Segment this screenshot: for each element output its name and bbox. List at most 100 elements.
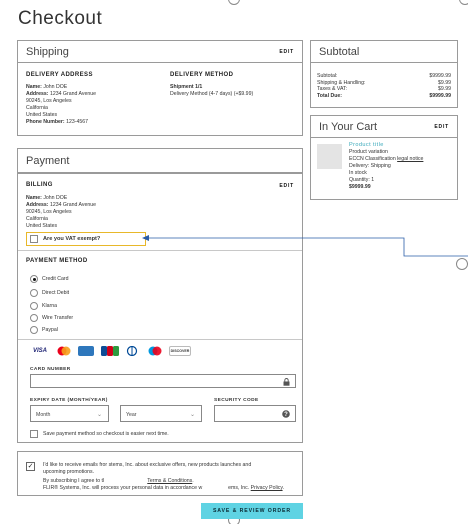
discover-logo-icon: DISCOVER xyxy=(169,346,191,356)
vat-exempt-checkbox[interactable] xyxy=(30,235,38,243)
save-payment-label: Save payment method so checkout is easie… xyxy=(43,431,169,437)
consent-line: I'd like to receive emails fror stems, I… xyxy=(43,462,252,468)
privacy-policy-link[interactable]: Privacy Policy xyxy=(251,485,283,491)
quantity: Quantity: 1 xyxy=(349,177,375,183)
radio-credit-card[interactable] xyxy=(30,275,38,283)
delivery-address: DELIVERY ADDRESS Name: John DOE Address:… xyxy=(26,72,96,126)
delivery-method: DELIVERY METHOD Shipment 1/1 Delivery Me… xyxy=(170,72,253,98)
stock-status: In stock xyxy=(349,170,367,176)
subtotal-rows: Subtotal: $9999.99 Shipping & Handling: $9… xyxy=(317,73,451,99)
mastercard-logo-icon xyxy=(54,346,74,356)
card-number-input[interactable] xyxy=(30,374,296,388)
subtotal-title: Subtotal xyxy=(319,45,360,58)
payment-header: Payment xyxy=(18,149,302,173)
address-line: 90245, Los Angeles xyxy=(26,98,72,104)
month-select-value: Month xyxy=(36,412,51,418)
maestro-logo-icon xyxy=(145,346,165,356)
shipping-card: Shipping EDIT DELIVERY ADDRESS Name: Joh… xyxy=(17,40,303,136)
consent-text: I'd like to receive emails fror stems, I… xyxy=(43,462,284,492)
cart-title: In Your Cart xyxy=(319,120,378,133)
jcb-logo-icon xyxy=(100,346,120,356)
address-line: Phone Number: 123-4567 xyxy=(26,119,89,125)
payment-title: Payment xyxy=(26,154,70,167)
taxes-row: Taxes & VAT: $9.99 xyxy=(317,86,451,93)
month-select[interactable]: Month ⌄ xyxy=(30,405,109,422)
diners-logo-icon xyxy=(124,346,140,356)
address-line: Address: 1234 Grand Avenue xyxy=(26,91,97,97)
consent-line: By subscribing I agree to tl Terms & Con… xyxy=(43,478,194,484)
year-select-value: Year xyxy=(126,412,137,418)
billing-line: United States xyxy=(26,223,58,229)
subtotal-card: Subtotal Subtotal: $9999.99 Shipping & Ha… xyxy=(310,40,458,108)
radio-paypal[interactable] xyxy=(30,326,38,334)
radio-klarna[interactable] xyxy=(30,302,38,310)
terms-link[interactable]: Terms & Conditions xyxy=(147,478,192,484)
subtotal-row: Subtotal: $9999.99 xyxy=(317,73,451,79)
help-icon[interactable]: ? xyxy=(282,410,290,418)
shipping-title: Shipping xyxy=(26,45,69,58)
vat-exempt-label: Are you VAT exempt? xyxy=(43,236,101,242)
billing-heading: BILLING xyxy=(26,182,53,188)
decorative-ring-icon xyxy=(228,0,240,5)
consent-line: FLIR® Systems, Inc. will process your pe… xyxy=(43,485,285,491)
eccn-line: ECCN Classification legal notice xyxy=(349,156,424,162)
cart-card: In Your Cart EDIT Product title Product … xyxy=(310,115,458,200)
security-code-input[interactable]: ? xyxy=(214,405,296,422)
radio-label-wire-transfer: Wire Transfer xyxy=(42,315,74,321)
chevron-down-icon: ⌄ xyxy=(96,412,102,418)
consent-line: upcoming promotions. xyxy=(43,469,95,475)
billing-line: Address: 1234 Grand Avenue xyxy=(26,202,97,208)
lock-icon xyxy=(283,378,290,386)
consent-card: ✓ I'd like to receive emails fror stems,… xyxy=(17,451,303,496)
delivery-type: Delivery: Shipping xyxy=(349,163,391,169)
address-line: California xyxy=(26,105,48,111)
amex-logo-icon xyxy=(78,346,94,356)
annotation-arrow xyxy=(142,235,468,257)
product-thumbnail xyxy=(317,144,342,169)
visa-logo-icon: VISA xyxy=(32,348,47,354)
address-line: Name: John DOE xyxy=(26,84,68,90)
save-payment-checkbox[interactable] xyxy=(30,430,38,438)
radio-label-paypal: Paypal xyxy=(42,327,58,333)
shipping-header: Shipping EDIT xyxy=(18,41,302,63)
address-line: United States xyxy=(26,112,58,118)
decorative-ring-icon xyxy=(459,0,468,5)
billing-address: Name: John DOE Address: 1234 Grand Avenu… xyxy=(26,195,96,230)
billing-line: California xyxy=(26,216,48,222)
shipment-label: Shipment 1/1 xyxy=(170,84,203,90)
vat-exempt-row[interactable]: Are you VAT exempt? xyxy=(26,232,146,246)
radio-wire-transfer[interactable] xyxy=(30,314,38,322)
cart-header: In Your Cart EDIT xyxy=(311,116,457,138)
cart-edit-link[interactable]: EDIT xyxy=(434,124,449,130)
billing-line: 90245, Los Angeles xyxy=(26,209,72,215)
shipping-edit-link[interactable]: EDIT xyxy=(279,49,294,55)
chevron-down-icon: ⌄ xyxy=(189,412,195,418)
radio-label-klarna: Klarna xyxy=(42,303,57,309)
billing-edit-link[interactable]: EDIT xyxy=(279,183,294,189)
total-due-row: Total Due: $9999.99 xyxy=(317,92,451,99)
radio-direct-debit[interactable] xyxy=(30,289,38,297)
payment-method-heading: PAYMENT METHOD xyxy=(26,258,88,264)
security-code-label: SECURITY CODE xyxy=(214,398,259,403)
radio-label-credit-card: Credit Card xyxy=(42,276,69,282)
billing-line: Name: John DOE xyxy=(26,195,68,201)
expiry-date-label: EXPIRY DATE (MONTH/YEAR) xyxy=(30,398,108,403)
product-title-link[interactable]: Product title xyxy=(349,142,423,149)
svg-text:?: ? xyxy=(284,412,288,418)
card-number-label: CARD NUMBER xyxy=(30,367,71,372)
cart-item: Product title Product variation ECCN Cla… xyxy=(349,142,423,191)
consent-checkbox[interactable]: ✓ xyxy=(26,462,35,471)
radio-label-direct-debit: Direct Debit xyxy=(42,290,70,296)
subtotal-header: Subtotal xyxy=(311,41,457,63)
page-title: Checkout xyxy=(18,8,103,29)
product-price: $9999.99 xyxy=(349,184,371,190)
legal-notice-link[interactable]: legal notice xyxy=(397,156,423,162)
delivery-address-heading: DELIVERY ADDRESS xyxy=(26,72,93,78)
shipping-row: Shipping & Handling: $9.99 xyxy=(317,79,451,86)
delivery-method-value: Delivery Method (4-7 days) (+$9.99) xyxy=(170,91,254,97)
delivery-method-heading: DELIVERY METHOD xyxy=(170,72,234,78)
save-review-order-button[interactable]: SAVE & REVIEW ORDER xyxy=(201,503,303,519)
payment-card: Payment BILLING EDIT Name: John DOE Addr… xyxy=(17,148,303,443)
product-variation: Product variation xyxy=(349,149,388,155)
year-select[interactable]: Year ⌄ xyxy=(120,405,202,422)
